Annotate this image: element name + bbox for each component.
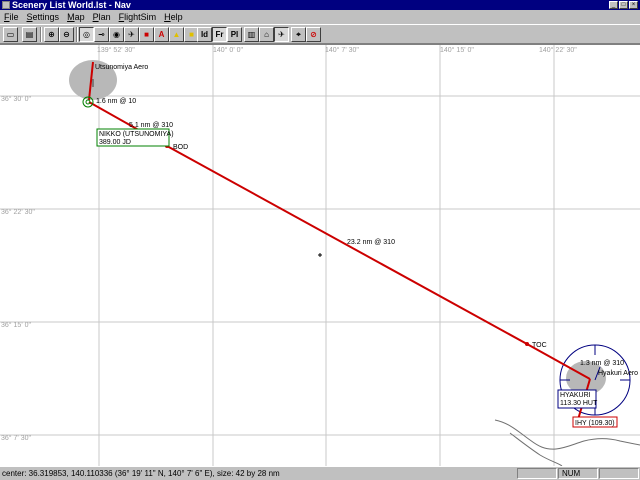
menu-plan[interactable]: Plan — [89, 10, 115, 24]
menu-map[interactable]: Map — [63, 10, 89, 24]
id-label-icon[interactable]: Id — [197, 27, 212, 42]
menu-help[interactable]: Help — [160, 10, 187, 24]
vor-icon[interactable]: ◎ — [79, 27, 94, 42]
navaid-freq-nikko: 389.00 JD — [99, 139, 131, 146]
lon-label: 139° 52' 30" — [97, 46, 135, 54]
home-icon[interactable]: ⌂ — [259, 27, 274, 42]
menu-file[interactable]: File — [0, 10, 23, 24]
close-button[interactable]: × — [629, 1, 638, 9]
window-title: Scenery List World.lst - Nav — [12, 0, 131, 10]
lon-label: 140° 22' 30" — [539, 46, 577, 54]
lat-label: 36° 15' 0" — [1, 321, 31, 329]
lon-label: 140° 15' 0" — [440, 46, 474, 54]
open-folder-icon[interactable]: ▭ — [3, 27, 18, 42]
menu-bar: File Settings Map Plan FlightSim Help — [0, 10, 640, 24]
navaid-name-hyakuri: HYAKURI — [560, 392, 591, 399]
window-controls: _ □ × — [609, 1, 638, 9]
toolbar-separator — [76, 27, 78, 42]
print-icon[interactable]: ▤ — [22, 27, 37, 42]
book-icon[interactable]: ▥ — [244, 27, 259, 42]
gps-icon[interactable]: ⌖ — [291, 27, 306, 42]
status-bar: center: 36.319853, 140.110336 (36° 19' 1… — [0, 466, 640, 480]
frequency-label-icon[interactable]: Fr — [212, 27, 227, 42]
menu-settings[interactable]: Settings — [23, 10, 64, 24]
name-label-icon[interactable]: Pl — [227, 27, 242, 42]
leg-label: 1.6 nm @ 10 — [96, 98, 136, 105]
center-crosshair-icon — [318, 253, 322, 257]
warning-icon[interactable]: ▲ — [169, 27, 184, 42]
navaid-name-ils: IHY (109.30) — [575, 420, 615, 427]
map-svg[interactable]: 139° 52' 30" 140° 0' 0" 140° 7' 30" 140°… — [0, 45, 640, 466]
no-entry-icon[interactable]: ⊘ — [306, 27, 321, 42]
marker-icon[interactable]: ■ — [139, 27, 154, 42]
menu-flightsim[interactable]: FlightSim — [115, 10, 161, 24]
airport-label-hyakuri: Hyakuri Aero — [598, 370, 638, 377]
waypoint-toc[interactable] — [525, 342, 529, 346]
airport-icon[interactable]: ✈ — [124, 27, 139, 42]
lon-label: 140° 7' 30" — [325, 46, 359, 54]
lat-label: 36° 22' 30" — [1, 208, 35, 216]
status-cell-empty — [517, 468, 557, 479]
leg-label: 5.1 nm @ 310 — [129, 122, 173, 129]
lat-label: 36° 30' 0" — [1, 95, 31, 103]
ils-icon[interactable]: ⊸ — [94, 27, 109, 42]
navaid-name-nikko: NIKKO (UTSUNOMIYA) — [99, 131, 174, 138]
waypoint-label-toc: TOC — [532, 342, 547, 349]
status-text: center: 36.319853, 140.110336 (36° 19' 1… — [2, 469, 280, 478]
navaid-freq-hyakuri: 113.30 HUT — [560, 400, 598, 407]
num-lock-indicator: NUM — [558, 468, 598, 479]
ndb-icon[interactable]: ◉ — [109, 27, 124, 42]
zoom-in-icon[interactable]: ⊕ — [44, 27, 59, 42]
maximize-button[interactable]: □ — [619, 1, 628, 9]
zoom-out-icon[interactable]: ⊖ — [59, 27, 74, 42]
leg-label: 23.2 nm @ 310 — [347, 239, 395, 246]
airport-label-utsunomiya: Utsunomiya Aero — [95, 64, 148, 71]
toolbar: ▭ ▤ ⊕ ⊖ ◎ ⊸ ◉ ✈ ■ A ▲ ■ Id Fr Pl ▥ ⌂ ✈ ⌖… — [0, 24, 640, 44]
flight-route — [88, 61, 591, 424]
lat-label: 36° 7' 30" — [1, 434, 31, 442]
atc-icon[interactable]: A — [154, 27, 169, 42]
status-cell-empty — [599, 468, 639, 479]
aircraft-icon[interactable]: ✈ — [274, 27, 289, 42]
leg-label: 1.3 nm @ 310 — [580, 360, 624, 367]
app-icon[interactable] — [2, 1, 10, 9]
lon-label: 140° 0' 0" — [213, 46, 243, 54]
title-bar: Scenery List World.lst - Nav _ □ × — [0, 0, 640, 10]
toolbar-separator — [40, 27, 42, 42]
minimize-button[interactable]: _ — [609, 1, 618, 9]
waypoint-label-bod: BOD — [173, 144, 188, 151]
map-canvas[interactable]: 139° 52' 30" 140° 0' 0" 140° 7' 30" 140°… — [0, 44, 640, 466]
